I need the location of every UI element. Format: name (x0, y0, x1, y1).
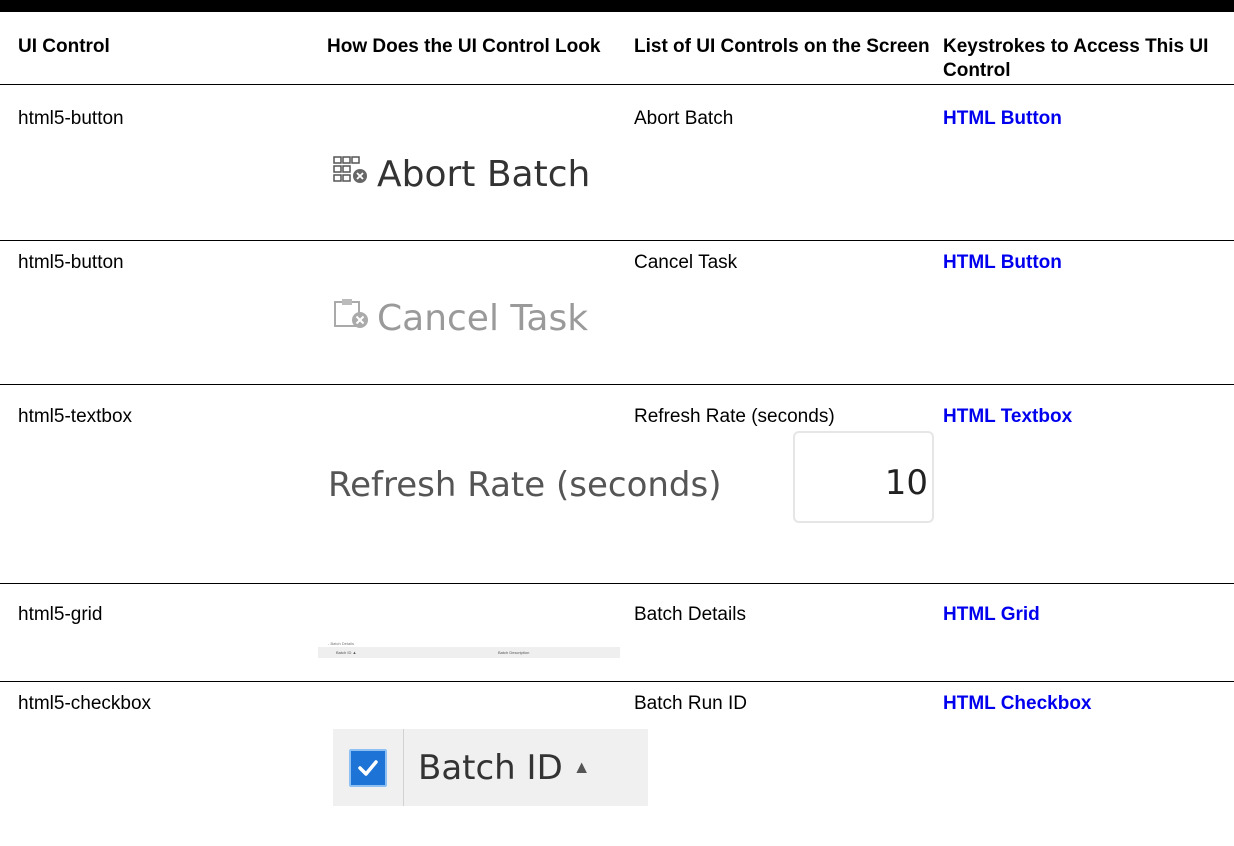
control-name: html5-button (18, 108, 124, 129)
abort-batch-button-preview: Abort Batch (333, 154, 590, 195)
control-list-entry: Refresh Rate (seconds) (634, 406, 835, 427)
html-textbox-link[interactable]: HTML Textbox (943, 406, 1072, 427)
control-name: html5-button (18, 252, 124, 273)
refresh-rate-input: 10 (793, 431, 934, 523)
checkbox-checked-icon (349, 748, 387, 787)
header-ui-control: UI Control (18, 36, 110, 57)
refresh-rate-label: Refresh Rate (seconds) (328, 465, 722, 505)
html-button-link[interactable]: HTML Button (943, 108, 1062, 129)
batch-id-checkbox-preview: Batch ID ▲ (333, 729, 648, 806)
html-checkbox-link[interactable]: HTML Checkbox (943, 693, 1092, 714)
table-row: html5-checkbox Batch ID ▲ Batch Run ID H… (0, 692, 1234, 822)
control-name: html5-checkbox (18, 693, 152, 714)
clipboard-cancel-icon (333, 298, 369, 339)
row-divider (0, 583, 1234, 584)
control-list-entry: Abort Batch (634, 108, 734, 129)
batch-details-grid-preview: - Batch Details Batch ID ▲ Batch Descrip… (318, 641, 620, 664)
grid-column-header: Batch Description (498, 650, 530, 655)
row-divider (0, 384, 1234, 385)
table-row: html5-button Abort Batch Abort Batch HTM… (0, 107, 1234, 232)
table-row: html5-button Cancel Task Cancel Task HTM… (0, 251, 1234, 376)
control-name: html5-textbox (18, 406, 133, 427)
sort-ascending-icon: ▲ (572, 757, 591, 777)
grid-title: - Batch Details (328, 641, 355, 646)
html-button-link[interactable]: HTML Button (943, 252, 1062, 273)
cancel-task-label: Cancel Task (377, 298, 589, 339)
grid-column-header: Batch ID ▲ (336, 650, 357, 655)
abort-batch-label: Abort Batch (377, 154, 591, 195)
row-divider (0, 681, 1234, 682)
header-list: List of UI Controls on the Screen (634, 36, 930, 57)
batch-id-label: Batch ID (418, 747, 563, 788)
batch-abort-icon (333, 154, 369, 195)
control-list-entry: Cancel Task (634, 252, 738, 273)
table-row: html5-textbox Refresh Rate (seconds) 10 … (0, 405, 1234, 565)
table-row: html5-grid - Batch Details Batch ID ▲ Ba… (0, 603, 1234, 673)
grid-header-bar (318, 647, 620, 658)
header-look: How Does the UI Control Look (327, 36, 601, 57)
header-divider (0, 84, 1234, 85)
row-divider (0, 240, 1234, 241)
column-divider (403, 729, 404, 806)
top-rule (0, 0, 1234, 12)
html-grid-link[interactable]: HTML Grid (943, 604, 1040, 625)
control-list-entry: Batch Details (634, 604, 746, 625)
header-keystrokes: Keystrokes to Access This UI Control (943, 36, 1209, 81)
control-list-entry: Batch Run ID (634, 693, 747, 714)
control-name: html5-grid (18, 604, 103, 625)
cancel-task-button-preview: Cancel Task (333, 298, 588, 339)
